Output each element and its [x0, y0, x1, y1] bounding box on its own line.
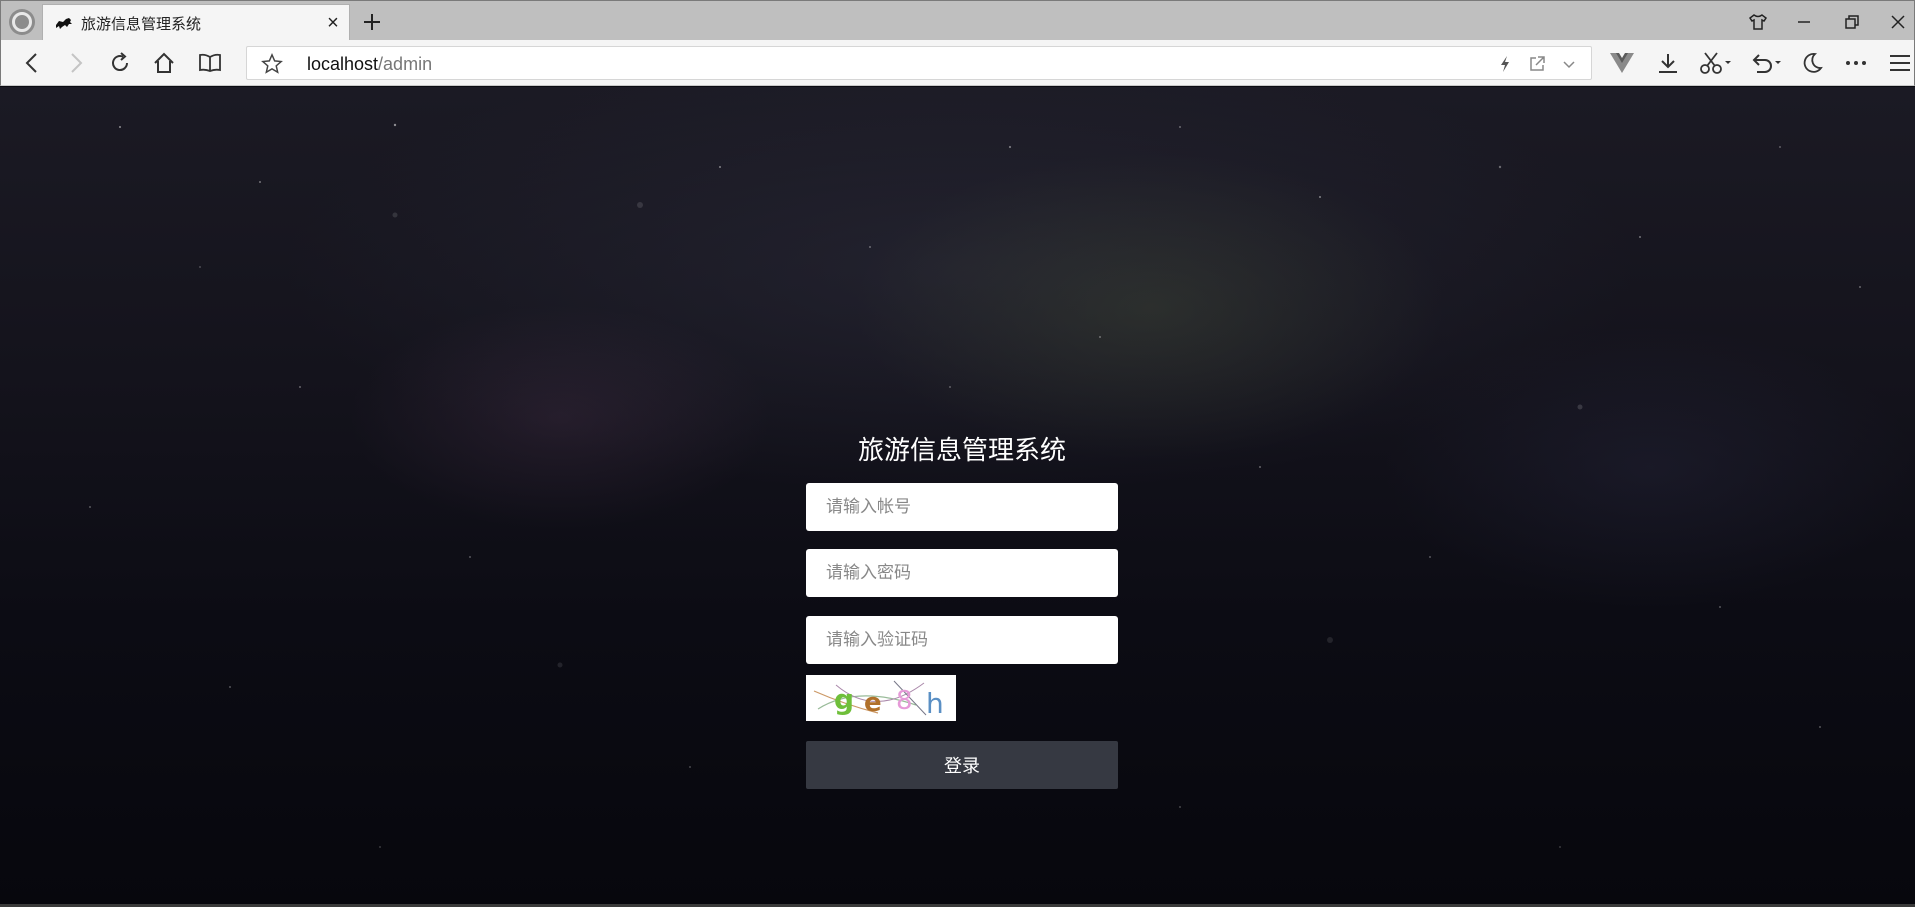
moon-icon[interactable]: [1797, 48, 1827, 78]
username-input[interactable]: [806, 483, 1118, 531]
download-icon[interactable]: [1653, 48, 1683, 78]
plus-icon[interactable]: [357, 7, 387, 37]
horse-icon: [54, 13, 74, 33]
book-icon[interactable]: [195, 48, 225, 78]
share-icon[interactable]: [1525, 52, 1549, 76]
browser-tab[interactable]: 旅游信息管理系统 ×: [42, 4, 350, 41]
login-button[interactable]: 登录: [806, 741, 1118, 789]
more-dots-icon[interactable]: [1841, 48, 1871, 78]
captcha-char: h: [926, 687, 944, 720]
scissors-icon[interactable]: [1697, 48, 1737, 78]
url-path: /admin: [378, 54, 433, 74]
shirt-icon[interactable]: [1741, 7, 1775, 37]
address-bar-actions: [1493, 52, 1581, 76]
captcha-char: g: [834, 683, 854, 716]
page-title: 旅游信息管理系统: [857, 436, 1066, 466]
minimize-icon[interactable]: [1787, 7, 1821, 37]
lightning-icon[interactable]: [1493, 52, 1517, 76]
browser-logo-icon[interactable]: [9, 9, 35, 35]
tab-title: 旅游信息管理系统: [81, 15, 202, 33]
star-icon[interactable]: [259, 51, 285, 77]
forward-arrow-icon[interactable]: [61, 48, 91, 78]
undo-icon[interactable]: [1747, 48, 1787, 78]
close-window-icon[interactable]: [1881, 7, 1915, 37]
close-tab-icon[interactable]: ×: [319, 9, 347, 37]
browser-toolbar: localhost/admin: [0, 40, 1915, 86]
vue-devtools-icon[interactable]: [1607, 48, 1637, 78]
captcha-char: 8: [896, 686, 913, 716]
address-bar[interactable]: localhost/admin: [246, 46, 1592, 80]
reload-icon[interactable]: [105, 48, 135, 78]
captcha-char: e: [864, 688, 882, 718]
captcha-image[interactable]: g e 8 h: [806, 675, 956, 721]
restore-icon[interactable]: [1835, 7, 1869, 37]
password-input[interactable]: [806, 549, 1118, 597]
chevron-down-icon[interactable]: [1557, 52, 1581, 76]
url-host: localhost: [307, 54, 379, 74]
home-icon[interactable]: [149, 48, 179, 78]
url-text[interactable]: localhost/admin: [307, 54, 432, 75]
hamburger-icon[interactable]: [1885, 48, 1915, 78]
back-arrow-icon[interactable]: [17, 48, 47, 78]
browser-titlebar: 旅游信息管理系统 ×: [0, 0, 1915, 41]
captcha-input[interactable]: [806, 616, 1118, 664]
